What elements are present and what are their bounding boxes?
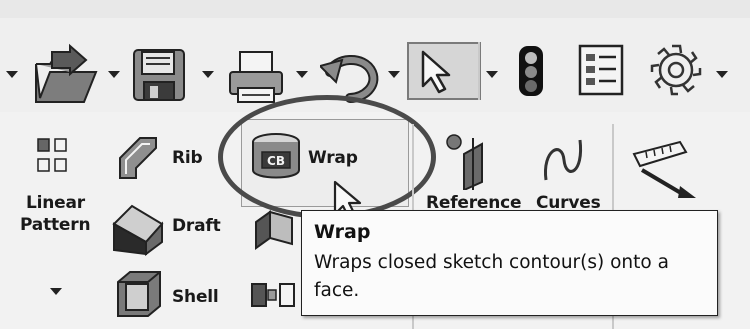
options-list-icon[interactable] (576, 42, 628, 98)
shell-button[interactable]: Shell (172, 287, 219, 307)
standard-toolbar (0, 18, 750, 113)
linear-pattern-label-1[interactable]: Linear (26, 193, 85, 213)
rib-icon[interactable] (116, 136, 160, 182)
tooltip-title: Wrap (314, 221, 371, 243)
draft-icon[interactable] (112, 202, 166, 256)
draft-button[interactable]: Draft (172, 216, 221, 236)
open-icon[interactable] (30, 42, 102, 108)
shell-icon[interactable] (114, 270, 164, 320)
chevron-down-icon[interactable] (202, 71, 214, 78)
gear-icon[interactable] (648, 42, 704, 98)
save-icon[interactable] (130, 46, 190, 106)
ruler-arrow-icon[interactable] (630, 140, 710, 200)
curves-icon[interactable] (540, 130, 590, 190)
chevron-down-icon[interactable] (486, 71, 498, 78)
chevron-down-icon[interactable] (296, 71, 308, 78)
chevron-down-icon[interactable] (716, 71, 728, 78)
linear-pattern-icon[interactable] (36, 137, 70, 177)
rib-button[interactable]: Rib (172, 148, 203, 168)
divider (478, 42, 480, 100)
chevron-down-icon[interactable] (50, 288, 62, 295)
window-top-strip (0, 0, 750, 19)
chevron-down-icon[interactable] (6, 71, 18, 78)
print-icon[interactable] (226, 48, 286, 106)
chevron-down-icon[interactable] (108, 71, 120, 78)
linear-pattern-label-2[interactable]: Pattern (20, 215, 91, 235)
tooltip-body: Wraps closed sketch contour(s) onto a fa… (314, 252, 669, 301)
tooltip: Wrap Wraps closed sketch contour(s) onto… (301, 210, 718, 316)
traffic-light-icon[interactable] (516, 44, 546, 100)
select-tool-button[interactable] (407, 42, 481, 100)
chevron-down-icon[interactable] (388, 71, 400, 78)
select-arrow-icon (419, 50, 459, 94)
highlight-oval (218, 95, 436, 219)
mirror-icon[interactable] (250, 280, 302, 310)
reference-geometry-icon[interactable] (444, 130, 494, 190)
